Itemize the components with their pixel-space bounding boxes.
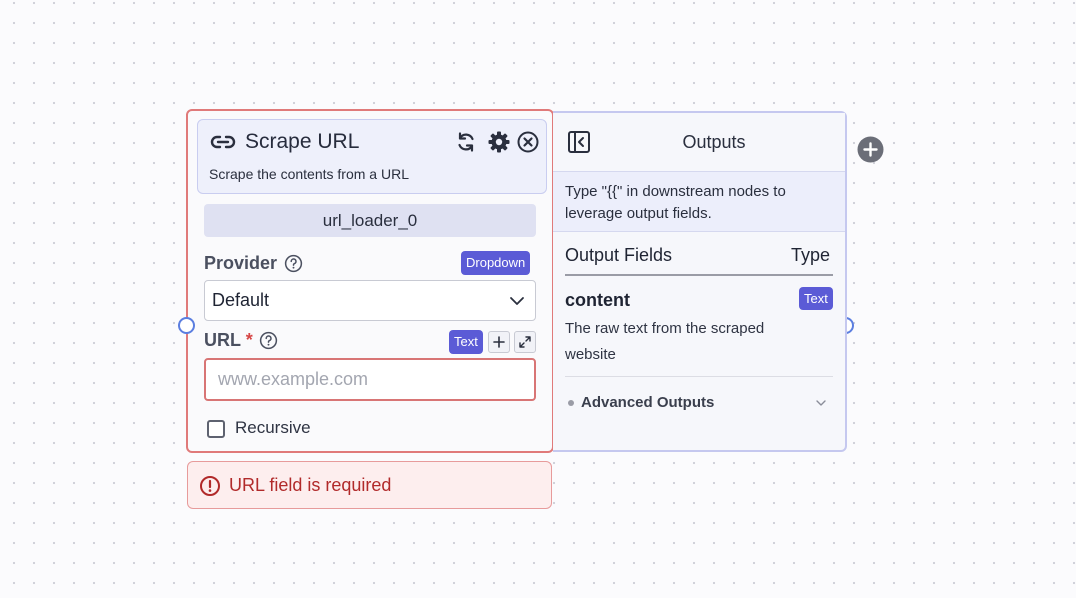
- outputs-panel: Outputs Type "{{" in downstream nodes to…: [553, 111, 847, 452]
- provider-type-badge: Dropdown: [461, 251, 531, 275]
- header-divider: [565, 274, 833, 276]
- refresh-icon[interactable]: [454, 130, 478, 154]
- output-field-name: content: [565, 290, 630, 310]
- add-variable-button[interactable]: [488, 331, 510, 353]
- recursive-label: Recursive: [235, 418, 311, 437]
- node-description: Scrape the contents from a URL: [209, 166, 409, 182]
- provider-label: Provider: [204, 253, 278, 273]
- outputs-header: Outputs: [553, 113, 845, 172]
- url-input[interactable]: [204, 358, 536, 401]
- chevron-down-icon: [510, 297, 524, 305]
- row-divider: [565, 376, 833, 377]
- advanced-outputs-label: Advanced Outputs: [581, 394, 715, 411]
- url-label: URL *: [204, 330, 253, 350]
- help-icon[interactable]: [259, 331, 278, 350]
- link-icon: [210, 135, 236, 149]
- url-type-badge: Text: [449, 330, 483, 354]
- outputs-tip: Type "{{" in downstream nodes to leverag…: [553, 172, 845, 232]
- gear-icon[interactable]: [487, 130, 511, 154]
- col-type: Type: [791, 245, 831, 265]
- input-handle[interactable]: [178, 317, 195, 334]
- node-id-pill[interactable]: url_loader_0: [204, 204, 536, 237]
- outputs-title: Outputs: [682, 132, 746, 152]
- required-marker: *: [245, 330, 253, 350]
- expand-field-button[interactable]: [514, 331, 536, 353]
- chevron-down-icon: [816, 400, 826, 406]
- output-field-description: The raw text from the scraped website: [565, 320, 765, 363]
- error-message: URL field is required: [229, 475, 392, 495]
- advanced-outputs-toggle[interactable]: Advanced Outputs: [565, 389, 833, 417]
- output-field-type-badge: Text: [799, 287, 833, 310]
- recursive-checkbox[interactable]: [207, 420, 225, 438]
- validation-error: URL field is required: [187, 461, 552, 509]
- close-icon[interactable]: [516, 130, 540, 154]
- expand-icon: [519, 336, 531, 348]
- error-icon: [200, 476, 220, 496]
- node-header: Scrape URL Scrape the contents from a UR…: [197, 119, 547, 194]
- plus-icon: [493, 336, 505, 348]
- provider-selected-value: Default: [212, 290, 270, 310]
- help-icon[interactable]: [284, 254, 303, 273]
- col-output-fields: Output Fields: [565, 245, 673, 265]
- node-title: Scrape URL: [245, 130, 360, 153]
- provider-select[interactable]: Default: [204, 280, 536, 321]
- add-node-icon[interactable]: [857, 136, 884, 163]
- bullet-dot: [568, 400, 574, 406]
- scrape-url-node[interactable]: Scrape URL Scrape the contents from a UR…: [186, 109, 554, 453]
